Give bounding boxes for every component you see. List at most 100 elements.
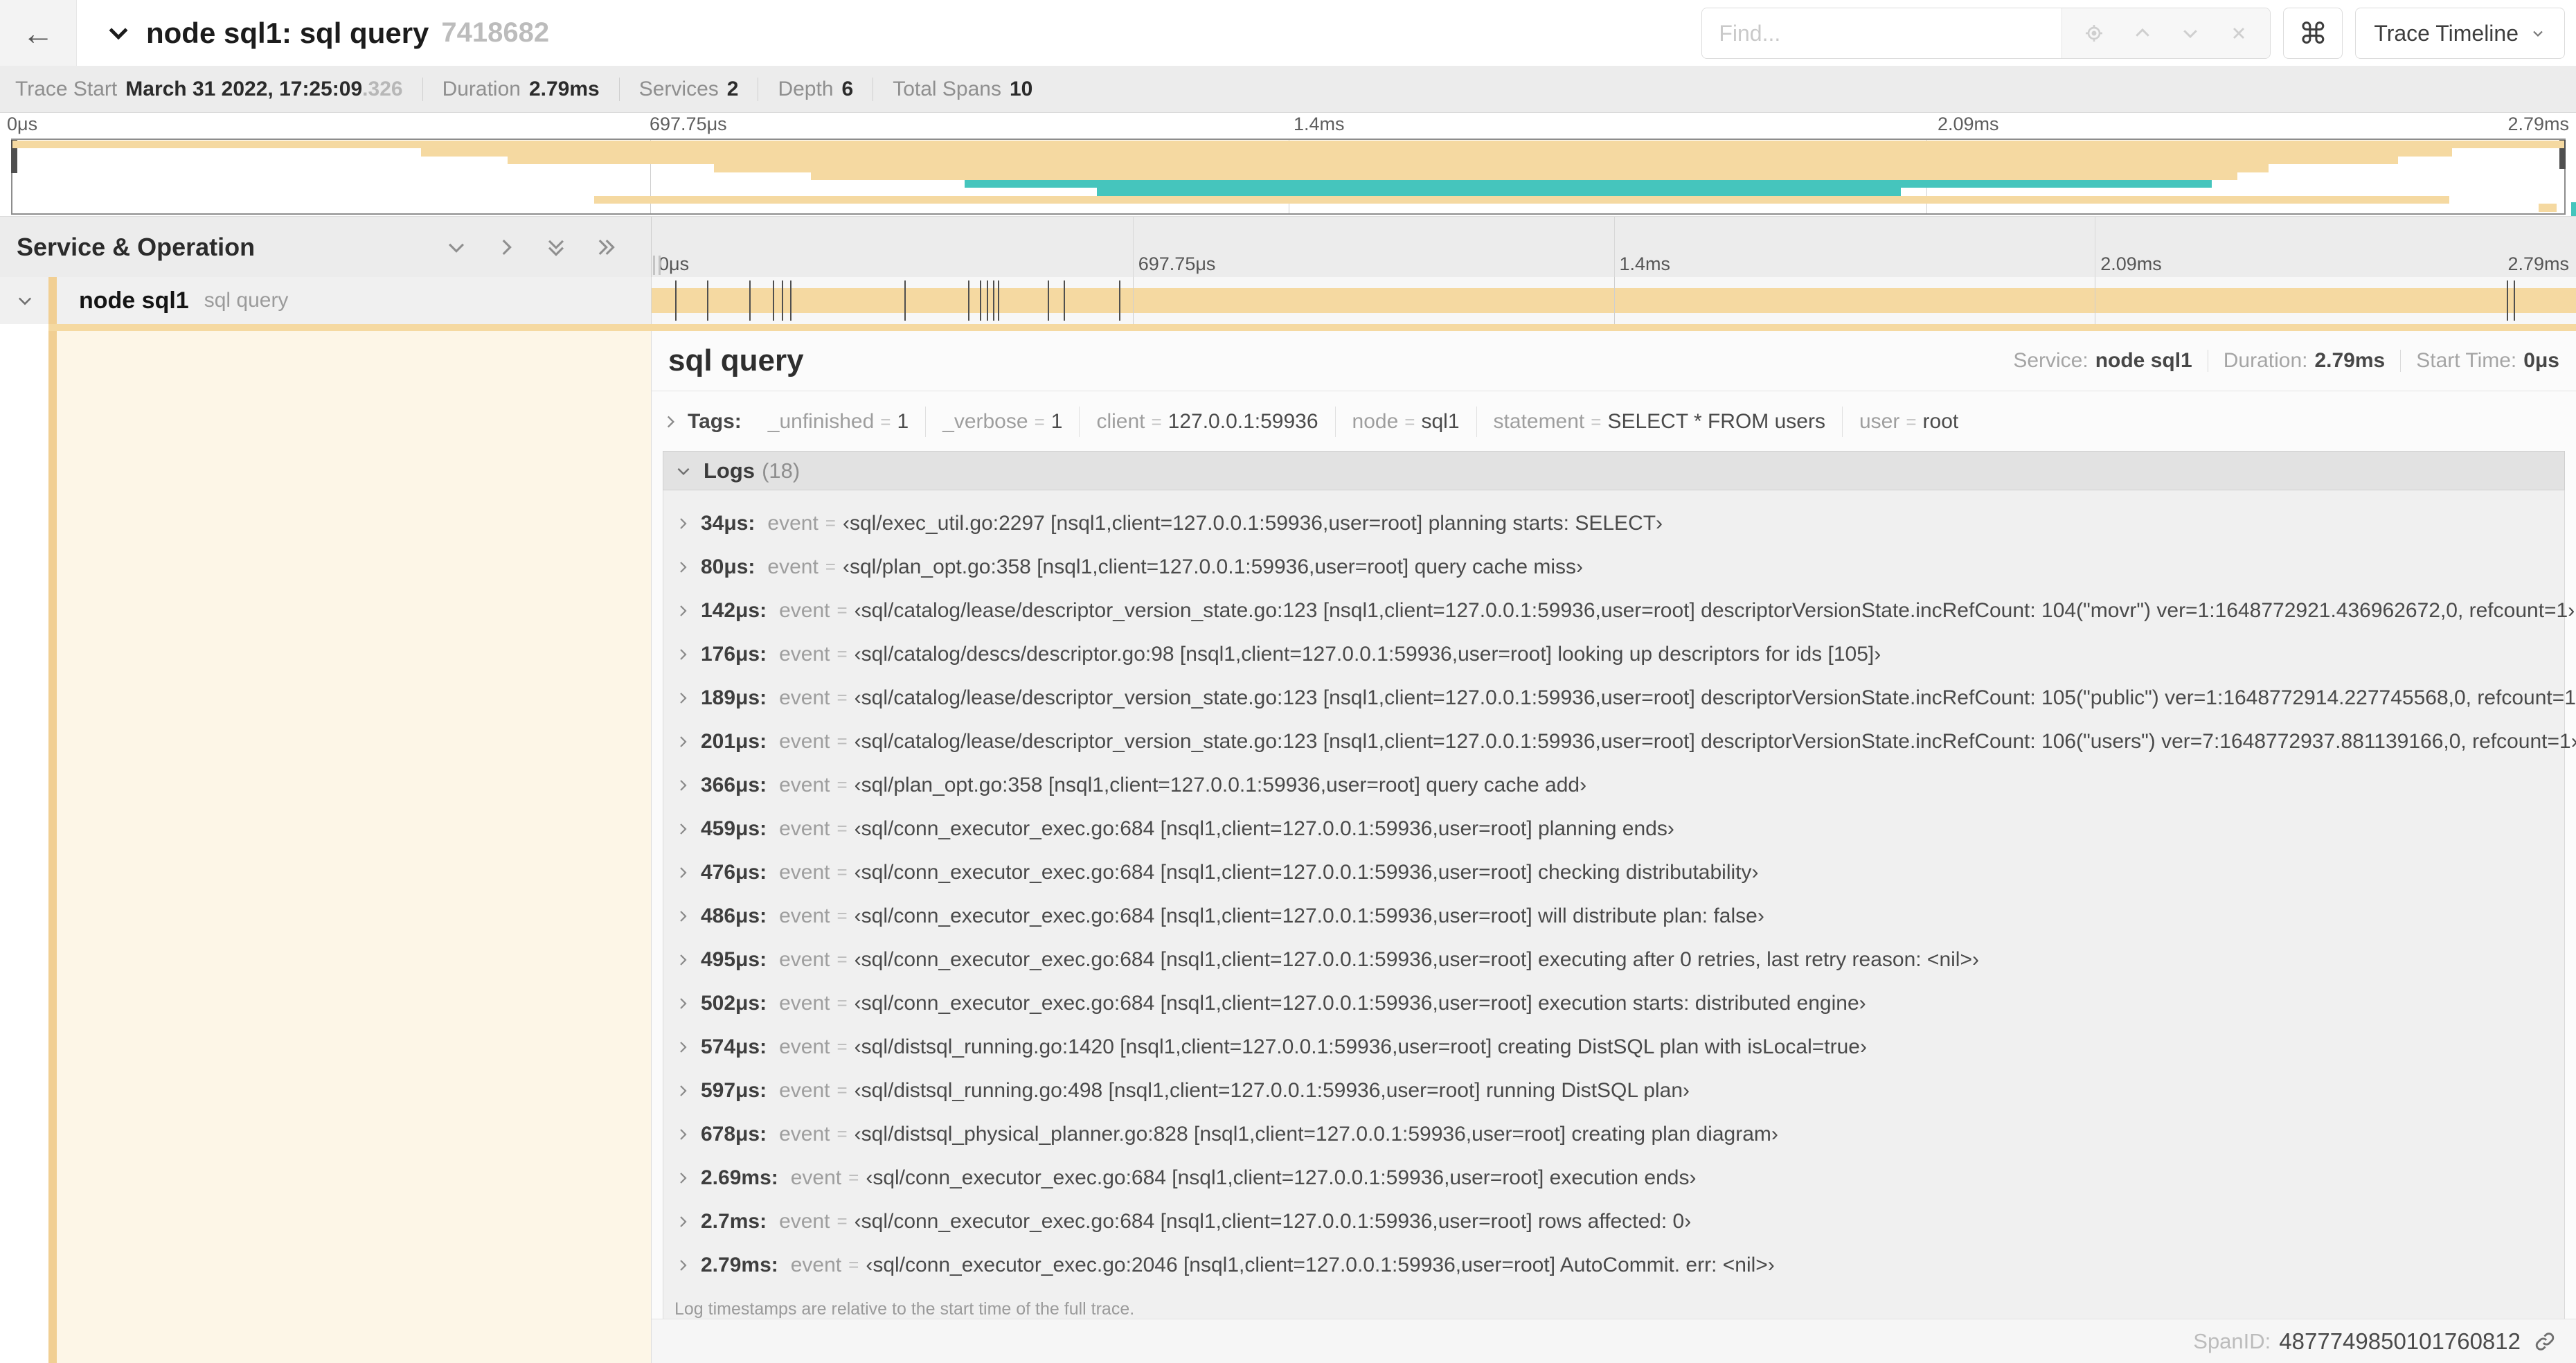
- log-equals: =: [837, 1123, 848, 1144]
- span-detail-meta: Service: node sql1 Duration: 2.79ms Star…: [2013, 349, 2559, 373]
- log-field-key: event: [767, 555, 819, 578]
- log-field-value: ‹sql/exec_util.go:2297 [nsql1,client=127…: [842, 511, 1663, 535]
- tags-chevron-right-icon: [661, 413, 679, 431]
- trace-id: 7418682: [441, 17, 550, 48]
- log-row[interactable]: 486μs: event = ‹sql/conn_executor_exec.go:6…: [663, 894, 2564, 938]
- span-row-timeline-cell[interactable]: [652, 277, 2576, 324]
- logs-label: Logs: [704, 458, 755, 483]
- log-row[interactable]: 2.79ms: event = ‹sql/conn_executor_exec.go:…: [663, 1243, 2564, 1287]
- log-row[interactable]: 476μs: event = ‹sql/conn_executor_exec.go:6…: [663, 850, 2564, 894]
- grid-line: [1132, 277, 1134, 324]
- span-chevron-down-icon[interactable]: [15, 291, 35, 310]
- log-chevron-right-icon: [674, 995, 691, 1012]
- span-row-name-cell[interactable]: node sql1 sql query: [0, 277, 652, 324]
- log-field-value: ‹sql/distsql_physical_planner.go:828 [ns…: [854, 1122, 1778, 1146]
- span-row[interactable]: node sql1 sql query: [0, 277, 2576, 324]
- summary-label: Depth: [778, 77, 834, 100]
- log-timestamp: 189μs:: [701, 686, 767, 709]
- log-equals: =: [837, 731, 848, 751]
- log-chevron-right-icon: [674, 559, 691, 576]
- summary-value: 2.79ms: [528, 77, 600, 100]
- log-row[interactable]: 495μs: event = ‹sql/conn_executor_exec.go:6…: [663, 938, 2564, 981]
- trace-title-chevron-down-icon[interactable]: [105, 19, 132, 47]
- tick-label: 2.09ms: [1938, 114, 1999, 134]
- trace-page: ← node sql1: sql query 7418682 Find... ⌘…: [0, 0, 2576, 1363]
- log-row[interactable]: 459μs: event = ‹sql/conn_executor_exec.go:6…: [663, 807, 2564, 850]
- log-chevron-right-icon: [674, 1213, 691, 1230]
- log-equals: =: [837, 992, 848, 1013]
- expand-all-double-chevron-right-icon[interactable]: [594, 235, 618, 259]
- summary-value: 6: [841, 77, 854, 100]
- log-row[interactable]: 502μs: event = ‹sql/conn_executor_exec.go:6…: [663, 981, 2564, 1025]
- log-timestamp: 574μs:: [701, 1035, 767, 1058]
- find-input[interactable]: [1702, 8, 2062, 58]
- log-field-key: event: [790, 1253, 842, 1276]
- logs-header[interactable]: Logs (18): [663, 451, 2565, 490]
- expand-one-chevron-right-icon[interactable]: [494, 235, 518, 259]
- log-row[interactable]: 678μs: event = ‹sql/distsql_physical_planne…: [663, 1112, 2564, 1156]
- log-row[interactable]: 189μs: event = ‹sql/catalog/lease/descripto…: [663, 676, 2576, 720]
- log-row[interactable]: 201μs: event = ‹sql/catalog/lease/descripto…: [663, 720, 2576, 763]
- log-field-value: ‹sql/catalog/lease/descriptor_version_st…: [854, 686, 2576, 709]
- log-timestamp: 502μs:: [701, 991, 767, 1015]
- log-marker: [674, 280, 677, 321]
- log-chevron-right-icon: [674, 1257, 691, 1274]
- summary-label: Duration: [442, 77, 521, 100]
- command-icon: ⌘: [2298, 17, 2328, 50]
- log-row[interactable]: 2.7ms: event = ‹sql/conn_executor_exec.go:6…: [663, 1200, 2564, 1243]
- top-bar: ← node sql1: sql query 7418682 Find... ⌘…: [0, 0, 2576, 66]
- log-timestamp: 476μs:: [701, 860, 767, 884]
- log-row[interactable]: 574μs: event = ‹sql/distsql_running.go:1420…: [663, 1025, 2564, 1069]
- minimap-canvas[interactable]: [11, 139, 2566, 215]
- log-equals: =: [837, 1080, 848, 1101]
- tag-key: node: [1352, 410, 1399, 433]
- log-marker: [2514, 280, 2516, 321]
- log-marker: [998, 280, 1000, 321]
- log-chevron-right-icon: [674, 646, 691, 663]
- grid-line: [1613, 277, 1615, 324]
- log-row[interactable]: 366μs: event = ‹sql/plan_opt.go:358 [nsql1,…: [663, 763, 2564, 807]
- log-equals: =: [825, 513, 836, 533]
- column-resizer[interactable]: [653, 256, 661, 275]
- tick-label: 1.4ms: [1619, 253, 1671, 274]
- log-row[interactable]: 2.69ms: event = ‹sql/conn_executor_exec.go:…: [663, 1156, 2564, 1200]
- summary-label: Services: [638, 77, 719, 100]
- log-field-key: event: [767, 511, 819, 535]
- log-field-key: event: [779, 947, 830, 971]
- log-row[interactable]: 597μs: event = ‹sql/distsql_running.go:498 …: [663, 1069, 2564, 1112]
- log-equals: =: [848, 1167, 859, 1188]
- log-field-value: ‹sql/conn_executor_exec.go:684 [nsql1,cl…: [854, 904, 1764, 927]
- tag-key: _verbose: [942, 410, 1028, 433]
- summary-divider: [618, 77, 620, 101]
- minimap-span: [964, 180, 2212, 188]
- log-row[interactable]: 34μs: event = ‹sql/exec_util.go:2297 [nsql1…: [663, 501, 2564, 545]
- log-chevron-right-icon: [674, 1170, 691, 1186]
- log-marker: [980, 280, 982, 321]
- find-next-chevron-down-icon[interactable]: [2174, 17, 2207, 50]
- child-span-strip: [0, 324, 2576, 331]
- tick-label: 2.09ms: [2100, 253, 2162, 274]
- keyboard-shortcuts-button[interactable]: ⌘: [2283, 8, 2343, 59]
- log-row[interactable]: 176μs: event = ‹sql/catalog/descs/descripto…: [663, 632, 2564, 676]
- collapse-one-chevron-down-icon[interactable]: [445, 235, 468, 259]
- log-row[interactable]: 80μs: event = ‹sql/plan_opt.go:358 [nsql1,c…: [663, 545, 2564, 589]
- locate-icon[interactable]: [2077, 17, 2111, 50]
- tag-equals: =: [880, 411, 891, 432]
- deep-link-icon[interactable]: [2533, 1330, 2557, 1353]
- log-row[interactable]: 142μs: event = ‹sql/catalog/lease/descripto…: [663, 589, 2575, 632]
- top-bar-actions: ⌘ Trace Timeline: [1701, 8, 2565, 59]
- start-time-label: Start Time:: [2416, 349, 2517, 372]
- tags-toggle[interactable]: Tags:: [661, 410, 751, 434]
- spanid-label: SpanID:: [2193, 1328, 2271, 1353]
- view-selector-button[interactable]: Trace Timeline: [2355, 8, 2565, 59]
- tag-item: statement = SELECT * FROM users: [1476, 407, 1842, 437]
- find-clear-icon[interactable]: [2222, 17, 2255, 50]
- find-prev-chevron-up-icon[interactable]: [2126, 17, 2159, 50]
- log-field-key: event: [779, 817, 830, 840]
- log-field-value: ‹sql/conn_executor_exec.go:2046 [nsql1,c…: [866, 1253, 1775, 1276]
- log-timestamp: 2.69ms:: [701, 1166, 778, 1189]
- back-button[interactable]: ←: [0, 0, 77, 66]
- collapse-all-double-chevron-down-icon[interactable]: [544, 235, 568, 259]
- summary-value: 2: [726, 77, 739, 100]
- tag-key: statement: [1493, 410, 1585, 433]
